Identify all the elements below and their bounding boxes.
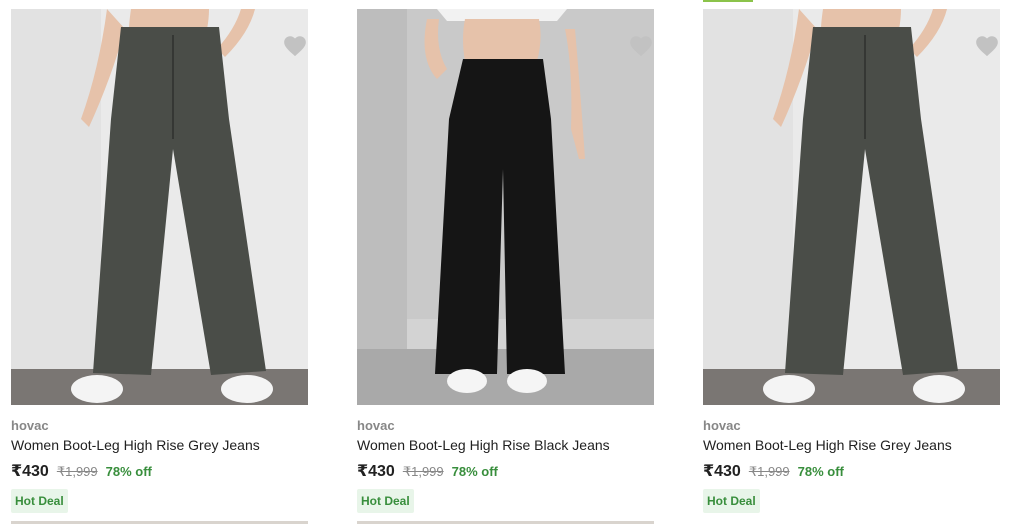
price-row: ₹430 ₹1,999 78% off (357, 461, 498, 481)
hot-deal-badge: Hot Deal (11, 489, 68, 513)
original-price: ₹1,999 (402, 464, 444, 479)
product-card[interactable]: hovac Women Boot-Leg High Rise Grey Jean… (703, 0, 1000, 524)
wishlist-heart-icon[interactable] (974, 33, 1000, 59)
discount-percent: 78% off (797, 464, 844, 479)
product-title[interactable]: Women Boot-Leg High Rise Black Jeans (357, 437, 610, 453)
wishlist-heart-icon[interactable] (282, 33, 308, 59)
selling-price: ₹430 (357, 463, 395, 480)
wishlist-heart-icon[interactable] (628, 33, 654, 59)
hot-deal-badge: Hot Deal (357, 489, 414, 513)
product-brand: hovac (357, 418, 395, 433)
product-card[interactable]: hovac Women Boot-Leg High Rise Grey Jean… (11, 0, 308, 524)
original-price: ₹1,999 (56, 464, 98, 479)
price-row: ₹430 ₹1,999 78% off (11, 461, 152, 481)
product-brand: hovac (11, 418, 49, 433)
product-image[interactable] (357, 9, 654, 405)
product-image[interactable] (703, 9, 1000, 405)
product-grid: hovac Women Boot-Leg High Rise Grey Jean… (0, 0, 1031, 524)
selling-price: ₹430 (11, 463, 49, 480)
price-row: ₹430 ₹1,999 78% off (703, 461, 844, 481)
previous-row-indicator (703, 0, 753, 2)
hot-deal-badge: Hot Deal (703, 489, 760, 513)
product-card[interactable]: hovac Women Boot-Leg High Rise Black Jea… (357, 0, 654, 524)
product-image[interactable] (11, 9, 308, 405)
grey-jeans-photo (703, 9, 1000, 405)
selling-price: ₹430 (703, 463, 741, 480)
discount-percent: 78% off (451, 464, 498, 479)
original-price: ₹1,999 (748, 464, 790, 479)
product-brand: hovac (703, 418, 741, 433)
grey-jeans-photo (11, 9, 308, 405)
product-title[interactable]: Women Boot-Leg High Rise Grey Jeans (703, 437, 952, 453)
product-title[interactable]: Women Boot-Leg High Rise Grey Jeans (11, 437, 260, 453)
discount-percent: 78% off (105, 464, 152, 479)
black-jeans-photo (357, 9, 654, 405)
